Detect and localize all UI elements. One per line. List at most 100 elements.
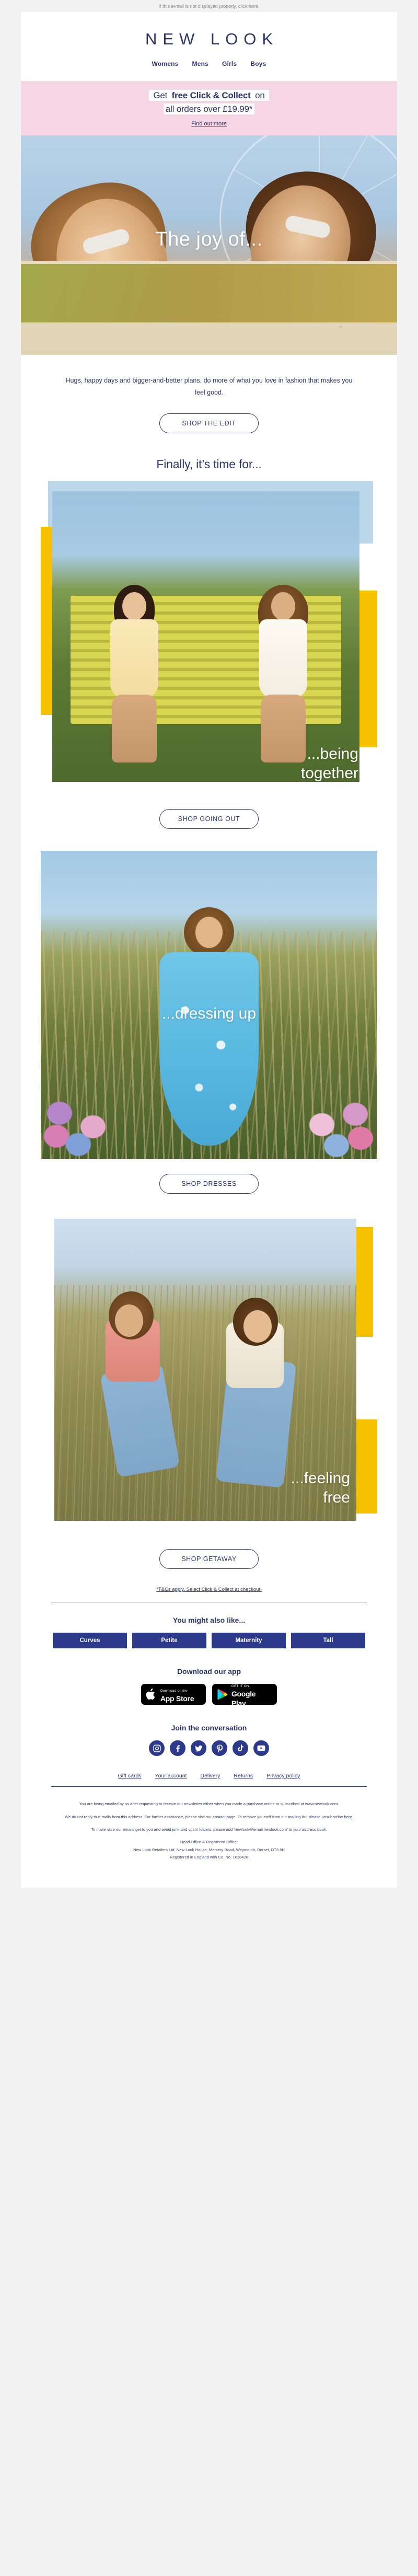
legal-paragraph-4: Head Office & Registered Office: New Loo…: [49, 1839, 369, 1861]
promo-line-1: Get free Click & Collect on: [21, 89, 397, 101]
hero-image-feeling-free[interactable]: ...feeling free: [41, 1216, 377, 1534]
footer-link-delivery[interactable]: Delivery: [200, 1773, 220, 1779]
shop-getaway-button[interactable]: SHOP GETAWAY: [159, 1549, 259, 1569]
app-store-big-text: App Store: [160, 1694, 194, 1703]
flower-pink-2: [80, 1115, 106, 1139]
terms-and-conditions: *T&Cs apply. Select Click & Collect at c…: [21, 1569, 397, 1600]
unsubscribe-link[interactable]: here: [344, 1815, 352, 1819]
model-left: [95, 584, 173, 765]
promo-text-line2: all orders over £19.99*: [163, 103, 255, 115]
promo-banner: Get free Click & Collect on all orders o…: [21, 81, 397, 135]
hero-image-being-together[interactable]: ...being together: [41, 481, 377, 794]
yellow-accent-bottom-right: [353, 1419, 377, 1514]
legal-paragraph-2: We do not reply to e-mails from this add…: [49, 1813, 369, 1821]
model-seated-head: [114, 1304, 143, 1337]
main-navigation: Womens Mens Girls Boys: [21, 60, 397, 81]
google-play-badge-text: GET IT ON Google Play: [231, 1680, 272, 1708]
tcs-link[interactable]: *T&Cs apply. Select Click & Collect at c…: [156, 1587, 262, 1592]
hero4-line-1: ...feeling: [291, 1469, 350, 1487]
flower-blue-2: [324, 1134, 349, 1158]
category-buttons: Curves Petite Maternity Tall: [21, 1633, 397, 1664]
preheader-text[interactable]: If this e-mail is not displayed properly…: [0, 0, 418, 12]
brand-header: NEW LOOK: [21, 12, 397, 60]
model-standing-head: [243, 1310, 272, 1343]
footer-link-privacy-policy[interactable]: Privacy policy: [266, 1773, 300, 1779]
instagram-icon[interactable]: [149, 1740, 165, 1757]
model-left-legs: [112, 694, 157, 763]
shop-dresses-row: SHOP DRESSES: [21, 1159, 397, 1194]
google-play-badge[interactable]: GET IT ON Google Play: [212, 1684, 277, 1707]
bench-photo: [52, 491, 359, 782]
hero-image-joy-of[interactable]: The joy of...: [21, 135, 397, 355]
youtube-icon[interactable]: [253, 1740, 269, 1757]
flowers-left: [41, 1081, 114, 1159]
legal-paragraph-1: You are being emailed by us after reques…: [79, 1801, 339, 1807]
yellow-accent-right: [358, 591, 377, 748]
promo-text-a: Get: [151, 90, 172, 101]
yellow-accent-top-right: [355, 1227, 373, 1337]
blue-floral-dress: [159, 952, 259, 1146]
hero2-line-1: ...being: [307, 745, 358, 763]
shop-dresses-button[interactable]: SHOP DRESSES: [159, 1174, 259, 1194]
model-blue-dress: [149, 907, 269, 1153]
shop-the-edit-button[interactable]: SHOP THE EDIT: [159, 413, 259, 434]
flower-purple-1: [47, 1102, 72, 1125]
hero4-line-2: free: [323, 1488, 350, 1506]
footer-link-gift-cards[interactable]: Gift cards: [118, 1773, 142, 1779]
pinterest-icon[interactable]: [212, 1740, 227, 1757]
app-store-badge-text: Download on the App Store: [160, 1685, 194, 1704]
twitter-icon[interactable]: [191, 1740, 206, 1757]
google-play-small-text: GET IT ON: [231, 1684, 249, 1689]
hero-image-dressing-up[interactable]: ...dressing up: [41, 851, 377, 1160]
tiktok-icon[interactable]: [233, 1740, 248, 1757]
legal-text: You are being emailed by us after reques…: [21, 1787, 397, 1888]
category-maternity[interactable]: Maternity: [212, 1633, 286, 1649]
category-petite[interactable]: Petite: [132, 1633, 206, 1649]
find-out-more-link[interactable]: Find out more: [191, 121, 227, 127]
model-dress-face: [195, 917, 223, 949]
flower-pink-3: [348, 1127, 373, 1150]
shop-the-edit-row: SHOP THE EDIT: [21, 399, 397, 434]
hero2-line-2: together: [300, 764, 358, 782]
download-app-title: Download our app: [177, 1667, 241, 1676]
nav-item-girls[interactable]: Girls: [222, 60, 237, 67]
registered-address: New Look Retailers Ltd, New Look House, …: [133, 1847, 285, 1852]
promo-text-bold: free Click & Collect: [171, 90, 251, 100]
app-store-badge[interactable]: Download on the App Store: [141, 1684, 206, 1705]
apple-icon: [146, 1688, 155, 1700]
model-left-head: [122, 592, 147, 620]
category-tall[interactable]: Tall: [291, 1633, 365, 1649]
intro-body-copy: Hugs, happy days and bigger-and-better p…: [65, 376, 353, 397]
section-headline: Finally, it’s time for...: [156, 457, 262, 471]
model-right-dress: [259, 619, 308, 698]
promo-line-2: all orders over £19.99*: [21, 103, 397, 115]
hero4-headline: ...feeling free: [291, 1469, 350, 1507]
hero2-headline: ...being together: [301, 745, 358, 783]
social-icons-row: [21, 1740, 397, 1771]
brand-logo[interactable]: NEW LOOK: [21, 30, 397, 49]
model-right: [244, 584, 322, 765]
company-number: Registered in England with Co. No. 16184…: [170, 1855, 248, 1860]
footer-link-returns[interactable]: Returns: [234, 1773, 253, 1779]
footer-link-your-account[interactable]: Your account: [155, 1773, 187, 1779]
footer-links: Gift cards Your account Delivery Returns…: [21, 1771, 397, 1784]
category-curves[interactable]: Curves: [53, 1633, 127, 1649]
model-left-dress: [110, 619, 159, 698]
flower-purple-2: [343, 1103, 368, 1126]
hero1-headline: The joy of...: [155, 228, 263, 250]
join-conversation-title: Join the conversation: [171, 1724, 247, 1732]
olive-overlay-band: [21, 263, 397, 322]
google-play-big-text: Google Play: [231, 1690, 256, 1708]
facebook-icon[interactable]: [170, 1740, 185, 1757]
google-play-icon: [217, 1689, 228, 1700]
hero3-headline: ...dressing up: [161, 1005, 257, 1023]
nav-item-boys[interactable]: Boys: [250, 60, 266, 67]
flowers-right: [304, 1081, 377, 1159]
legal-paragraph-3: To make sure our emails get to you and a…: [91, 1827, 327, 1832]
nav-item-mens[interactable]: Mens: [192, 60, 208, 67]
promo-text-c: on: [250, 90, 267, 101]
shop-going-out-button[interactable]: SHOP GOING OUT: [159, 809, 259, 829]
model-right-head: [271, 592, 296, 620]
nav-item-womens[interactable]: Womens: [152, 60, 179, 67]
